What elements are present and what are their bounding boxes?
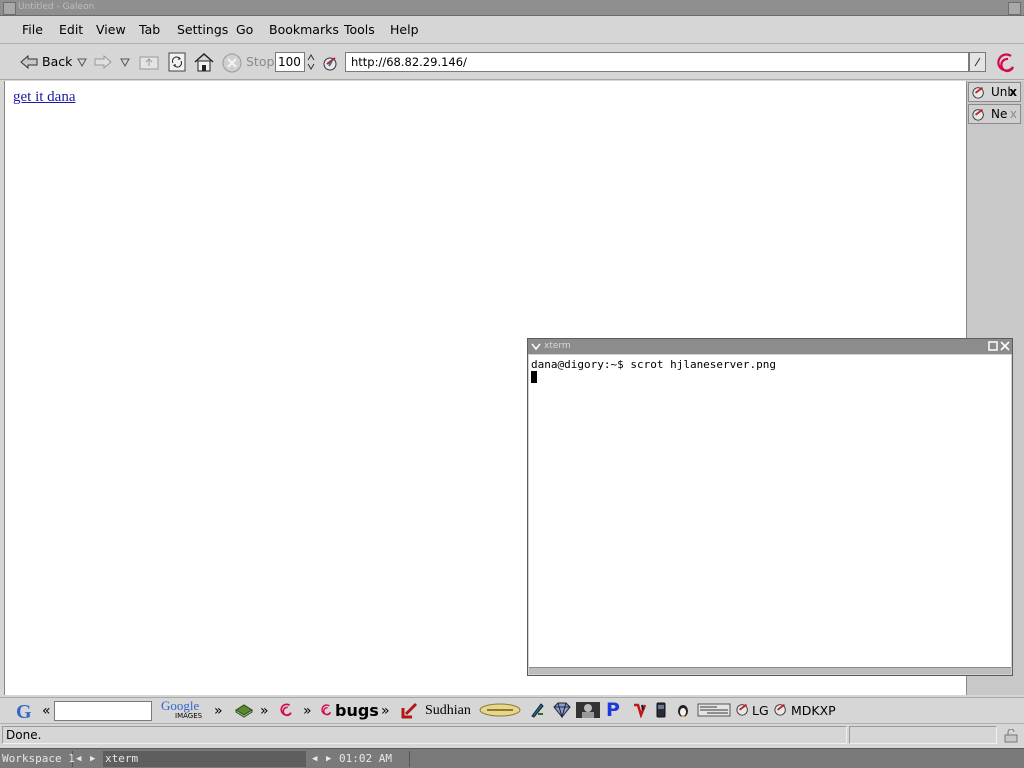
menu-edit[interactable]: Edit <box>59 22 83 38</box>
tab-close-icon[interactable]: x <box>1010 105 1017 123</box>
reload-icon[interactable] <box>167 52 187 72</box>
menu-settings[interactable]: Settings <box>177 22 228 38</box>
galeon-bookmark-icon <box>774 702 790 720</box>
red-arrow-icon[interactable] <box>400 702 418 720</box>
google-images-logo-bottom: IMAGES <box>175 712 203 720</box>
xterm-window[interactable]: xterm dana@digory:~$ scrot hjlaneserver.… <box>527 338 1013 676</box>
tab-page-icon <box>972 85 986 99</box>
xterm-title: xterm <box>544 341 571 351</box>
workspace-label[interactable]: Workspace 1 <box>2 751 75 767</box>
tab-label: Ne <box>991 107 1008 121</box>
tab-label: Unl <box>991 85 1011 99</box>
terminal-cursor-line <box>531 371 1009 384</box>
workspace-next-arrow-icon[interactable]: ▶ <box>90 751 95 767</box>
forward-arrow-icon[interactable] <box>94 54 112 70</box>
bookmark-folder-chevron[interactable]: » <box>260 701 269 721</box>
status-text: Done. <box>2 726 847 744</box>
menu-help[interactable]: Help <box>390 22 419 38</box>
window-titlebar[interactable]: Untitled - Galeon <box>0 0 1024 16</box>
linux-badge-icon[interactable] <box>697 702 731 720</box>
tab-page-icon <box>972 107 986 121</box>
task-next-arrow-icon[interactable]: ▶ <box>326 751 331 767</box>
pen-icon[interactable] <box>529 702 545 720</box>
zoom-spinbox[interactable]: 100 <box>275 52 305 72</box>
portrait-thumbnail-icon[interactable] <box>576 702 600 720</box>
bookmarks-toolbar: G « Google IMAGES » » » bugs » Sudhian P <box>0 697 1024 723</box>
menu-go[interactable]: Go <box>236 22 253 38</box>
red-glyph-icon[interactable] <box>632 702 648 720</box>
terminal-prompt-line: dana@digory:~$ scrot hjlaneserver.png <box>531 358 777 371</box>
status-progress <box>849 726 997 744</box>
menu-tab[interactable]: Tab <box>139 22 160 38</box>
menu-tools[interactable]: Tools <box>344 22 375 38</box>
phone-icon[interactable] <box>656 702 668 720</box>
xterm-horizontal-scrollbar[interactable] <box>529 667 1011 674</box>
clock: 01:02 AM <box>339 751 410 767</box>
tab-new[interactable]: Ne x <box>968 104 1021 124</box>
bookmark-sudhian[interactable]: Sudhian <box>425 701 471 721</box>
page-proxy-icon[interactable] <box>322 54 340 72</box>
up-folder-icon[interactable] <box>138 53 160 71</box>
url-input[interactable]: http://68.82.29.146/ <box>345 52 969 72</box>
bookmark-folder-chevron[interactable]: » <box>381 701 390 721</box>
page-link[interactable]: get it dana <box>13 89 75 106</box>
bookmark-bugs[interactable]: bugs <box>335 701 379 721</box>
debian-bugs-swirl-icon <box>320 702 336 720</box>
bookmark-lg[interactable]: LG <box>752 701 769 721</box>
xterm-maximize-icon[interactable] <box>988 341 998 351</box>
taskbar-task-xterm[interactable]: xterm <box>103 751 306 767</box>
xterm-terminal[interactable]: dana@digory:~$ scrot hjlaneserver.png <box>529 355 1011 669</box>
menu-view[interactable]: View <box>96 22 126 38</box>
url-history-dropdown-icon[interactable] <box>969 52 986 72</box>
oval-badge-icon[interactable] <box>479 703 521 717</box>
xterm-menu-chevron-icon[interactable] <box>531 341 541 351</box>
zoom-spin-arrows-icon[interactable] <box>305 52 317 72</box>
p-logo-icon[interactable]: P <box>606 701 622 720</box>
back-button[interactable]: Back <box>42 54 72 70</box>
bookmark-mdkxp[interactable]: MDKXP <box>791 701 836 721</box>
bookmark-folder-chevron[interactable]: » <box>214 701 223 721</box>
xterm-titlebar[interactable]: xterm <box>528 339 1012 354</box>
bookmark-google-images[interactable]: Google IMAGES <box>161 698 209 722</box>
window-title: Untitled - Galeon <box>18 2 95 12</box>
stop-button[interactable]: Stop <box>246 54 274 70</box>
stop-icon[interactable] <box>222 53 242 73</box>
navigation-toolbar: Back Stop 100 http://68.82.29.146/ <box>0 45 1024 80</box>
security-lock-icon[interactable] <box>1002 728 1020 744</box>
back-arrow-icon[interactable] <box>20 54 38 70</box>
tab-close-icon[interactable]: x <box>1009 83 1017 101</box>
debian-throbber-icon <box>994 50 1020 76</box>
google-g-icon[interactable]: G <box>16 701 32 723</box>
google-images-logo-top: Google <box>161 698 200 713</box>
search-history-arrow[interactable]: « <box>42 701 51 721</box>
xterm-close-icon[interactable] <box>1000 341 1010 351</box>
back-history-dropdown-icon[interactable] <box>76 56 88 68</box>
window-close-button[interactable] <box>1008 2 1021 15</box>
terminal-cursor <box>531 371 537 383</box>
statusbar: Done. <box>0 723 1024 745</box>
task-prev-arrow-icon[interactable]: ◀ <box>312 751 317 767</box>
home-icon[interactable] <box>193 51 215 73</box>
tab-untitled[interactable]: Unl x <box>968 82 1021 102</box>
diamond-icon[interactable] <box>553 702 571 720</box>
taskbar: Workspace 1 ◀ ▶ xterm ◀ ▶ 01:02 AM <box>0 748 1024 768</box>
menu-file[interactable]: File <box>22 22 43 38</box>
menubar: File Edit View Tab Settings Go Bookmarks… <box>0 16 1024 44</box>
menu-bookmarks[interactable]: Bookmarks <box>269 22 339 38</box>
google-search-input[interactable] <box>54 701 152 721</box>
debian-swirl-icon[interactable] <box>279 702 297 720</box>
forward-history-dropdown-icon[interactable] <box>119 56 131 68</box>
tux-icon[interactable] <box>676 702 692 720</box>
bookmark-folder-chevron[interactable]: » <box>303 701 312 721</box>
window-menu-button[interactable] <box>3 2 16 15</box>
book-icon[interactable] <box>234 702 254 720</box>
workspace-prev-arrow-icon[interactable]: ◀ <box>76 751 81 767</box>
galeon-bookmark-icon <box>736 702 752 720</box>
